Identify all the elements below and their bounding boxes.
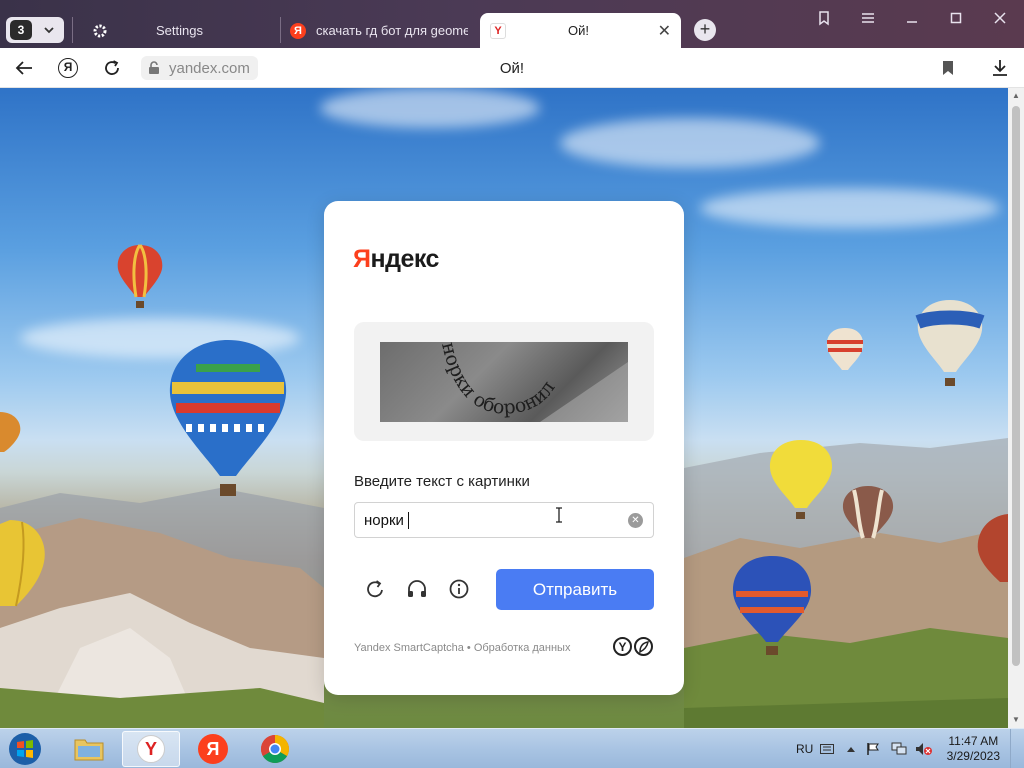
volume-muted-icon[interactable]: [915, 729, 933, 768]
yandex-taskbar-icon[interactable]: Я: [186, 731, 240, 767]
reload-icon[interactable]: [100, 56, 124, 80]
scroll-up-icon[interactable]: ▲: [1012, 92, 1020, 100]
network-icon[interactable]: [891, 729, 907, 768]
show-desktop-button[interactable]: [1010, 729, 1024, 768]
hot-air-balloon: [0, 412, 21, 452]
tab-bar: 3 Settings Я скачать гд бот для geomet Y…: [0, 0, 1024, 48]
captcha-input-value: норки: [364, 511, 404, 529]
captcha-footer: Yandex SmartCaptcha • Обработка данных: [354, 642, 570, 654]
clear-input-icon[interactable]: ✕: [628, 513, 643, 528]
minimize-icon[interactable]: [900, 8, 924, 28]
text-cursor-icon: [556, 507, 562, 523]
gear-icon: [93, 24, 107, 37]
close-tab-icon[interactable]: ✕: [658, 21, 671, 41]
captcha-image-container: норки оборонил: [354, 322, 654, 441]
scrollbar-thumb[interactable]: [1012, 106, 1020, 666]
tab-separator: [280, 17, 281, 43]
start-button[interactable]: [0, 731, 50, 767]
tab-active[interactable]: Y Ой! ✕: [480, 13, 681, 48]
action-center-flag-icon[interactable]: [866, 729, 880, 768]
menu-icon[interactable]: [856, 8, 880, 28]
yandex-home-icon[interactable]: Я: [56, 56, 80, 80]
windows-start-icon: [9, 733, 41, 765]
tab-label: скачать гд бот для geomet: [316, 23, 468, 38]
clock-time: 11:47 AM: [948, 734, 999, 748]
new-tab-button[interactable]: +: [694, 19, 716, 41]
hot-air-balloon: [732, 556, 812, 655]
file-explorer-taskbar-icon[interactable]: [62, 731, 116, 767]
lock-icon: [149, 61, 159, 74]
audio-captcha-icon[interactable]: [406, 578, 428, 600]
clock-date: 3/29/2023: [946, 749, 1000, 763]
captcha-card: Яндекс норки оборонил Введите текст с ка…: [324, 201, 684, 695]
back-arrow-icon[interactable]: [12, 56, 36, 80]
hot-air-balloon: [0, 520, 45, 607]
tab-count-badge: 3: [10, 20, 32, 40]
keyboard-icon[interactable]: [820, 729, 834, 768]
footer-separator: •: [463, 642, 474, 654]
captcha-prompt: Введите текст с картинки: [354, 473, 530, 490]
captcha-input[interactable]: норки ✕: [354, 502, 654, 538]
tab-search[interactable]: Я скачать гд бот для geomet: [288, 13, 472, 48]
url-field[interactable]: yandex.com: [141, 56, 258, 80]
tab-settings[interactable]: Settings: [84, 13, 274, 48]
yandex-circle-logo-icon: Y: [613, 637, 632, 656]
submit-button[interactable]: Отправить: [496, 569, 654, 610]
language-indicator[interactable]: RU: [796, 729, 813, 768]
tab-label: Ой!: [568, 23, 589, 38]
collections-icon[interactable]: [812, 8, 836, 28]
hot-air-balloon: [169, 340, 287, 496]
hot-air-balloon: [826, 328, 864, 370]
close-window-icon[interactable]: [988, 8, 1012, 28]
chrome-taskbar-icon[interactable]: [248, 731, 302, 767]
tab-label: Settings: [156, 23, 203, 38]
page-scrollbar[interactable]: ▲ ▼: [1008, 88, 1024, 728]
data-processing-link[interactable]: Обработка данных: [474, 642, 571, 654]
yandex-logo: Яндекс: [353, 245, 439, 273]
text-caret: [407, 511, 409, 529]
smartcaptcha-brand: Yandex SmartCaptcha: [354, 642, 464, 654]
bookmark-icon[interactable]: [936, 56, 960, 80]
captcha-image: норки оборонил: [380, 340, 628, 422]
windows-taskbar: Y Я RU 11:47 AM 3/29/2023: [0, 728, 1024, 768]
scroll-down-icon[interactable]: ▼: [1012, 716, 1020, 724]
show-hidden-icons-icon[interactable]: [846, 729, 856, 768]
hot-air-balloon: [117, 244, 163, 308]
refresh-captcha-icon[interactable]: [364, 578, 386, 600]
hot-air-balloon: [769, 440, 833, 519]
tab-separator: [72, 17, 73, 43]
chevron-down-icon: [44, 27, 54, 34]
tab-counter-button[interactable]: 3: [6, 17, 64, 43]
hot-air-balloon: [915, 300, 985, 386]
yandex-browser-favicon-icon: Y: [490, 22, 506, 39]
hot-air-balloon: [842, 486, 894, 539]
cloud-circle-logo-icon: [634, 637, 653, 656]
system-clock[interactable]: 11:47 AM 3/29/2023: [947, 734, 1000, 764]
maximize-icon[interactable]: [944, 8, 968, 28]
captcha-distorted-text: норки оборонил: [437, 340, 628, 422]
url-text: yandex.com: [169, 59, 250, 77]
download-icon[interactable]: [988, 56, 1012, 80]
footer-logos: Y: [613, 637, 653, 656]
hot-air-balloon: [977, 514, 1008, 582]
yandex-browser-taskbar-icon[interactable]: Y: [122, 731, 180, 767]
yandex-favicon-icon: Я: [290, 22, 306, 39]
address-bar: Я yandex.com Ой!: [0, 48, 1024, 88]
info-icon[interactable]: [448, 578, 470, 600]
svg-text:норки оборонил: норки оборонил: [437, 342, 559, 419]
